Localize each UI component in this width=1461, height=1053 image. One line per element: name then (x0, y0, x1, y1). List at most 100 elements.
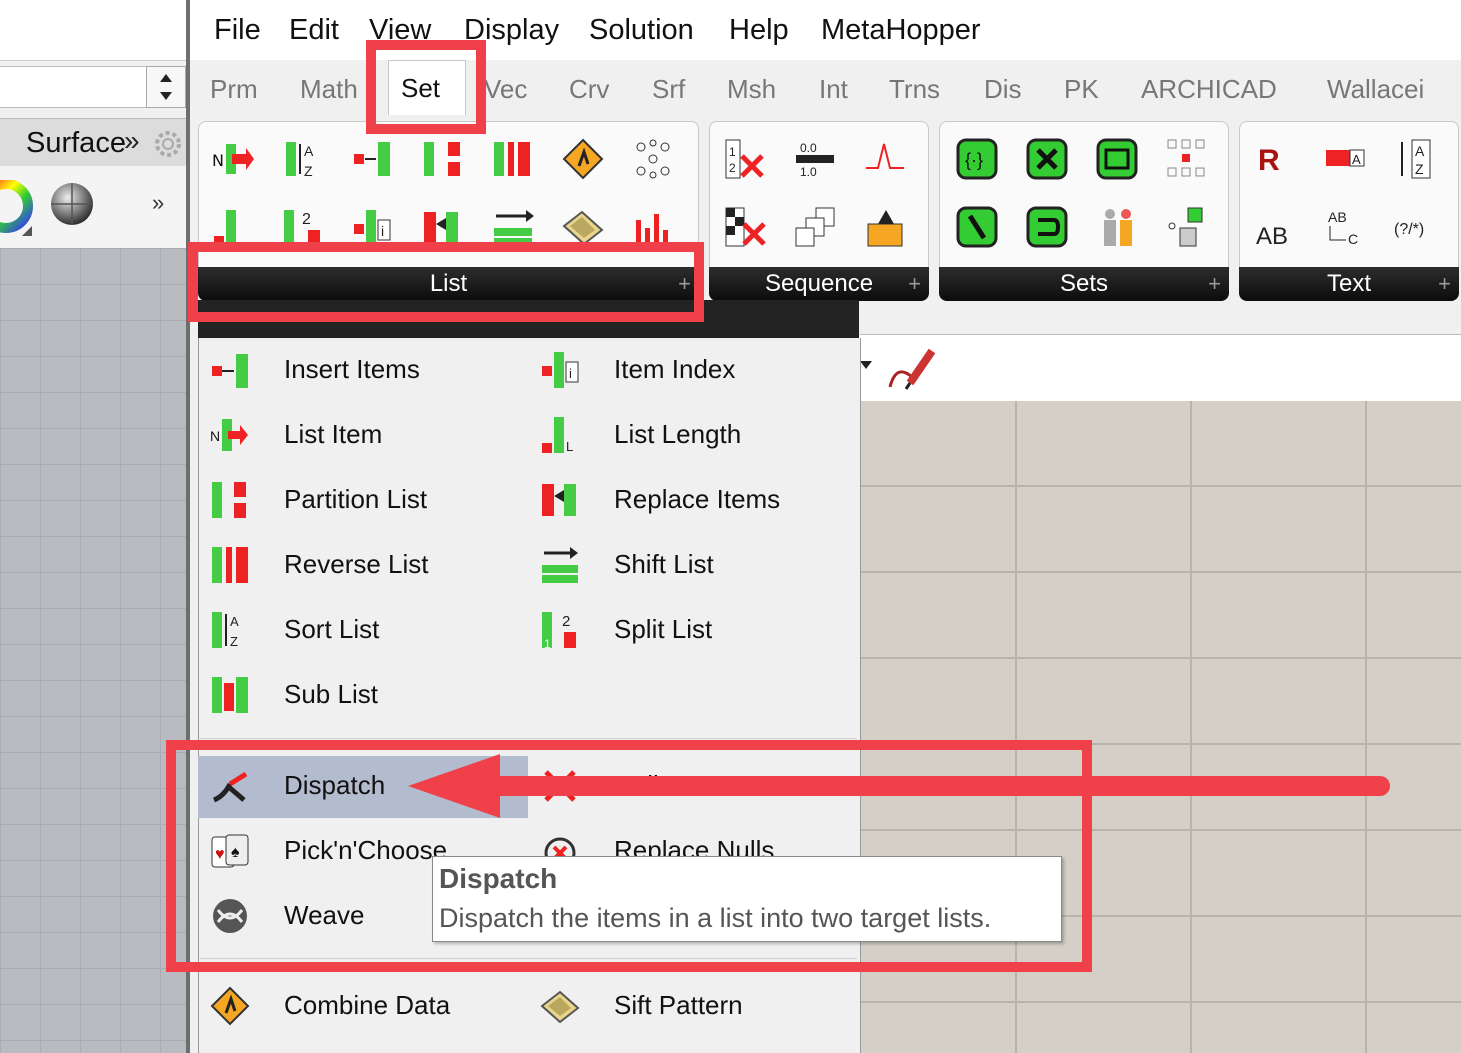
fibonacci-wave-icon[interactable] (864, 138, 906, 180)
layer-value-input[interactable] (0, 66, 147, 108)
gear-icon[interactable] (150, 126, 186, 162)
set-replace-icon[interactable] (1096, 138, 1138, 180)
svg-text:i: i (381, 223, 384, 239)
group-bar-sets[interactable]: Sets + (939, 267, 1229, 301)
replace-items-icon (542, 484, 576, 516)
menu-item-combine-data[interactable]: Combine Data (198, 974, 528, 1038)
list-item-icon[interactable]: N (212, 138, 254, 180)
svg-text:1: 1 (544, 637, 551, 650)
svg-text:L: L (566, 439, 573, 454)
svg-text:A: A (304, 143, 314, 159)
rhino-viewport-grid[interactable] (0, 248, 188, 1053)
text-case-icon[interactable]: AB (1254, 206, 1296, 248)
group-bar-text[interactable]: Text + (1239, 267, 1459, 301)
duplicate-data-icon[interactable] (794, 206, 836, 248)
spin-down-icon[interactable] (160, 92, 172, 100)
svg-text:A: A (1415, 143, 1425, 159)
svg-text:Z: Z (304, 163, 313, 179)
tab-dis[interactable]: Dis (984, 74, 1022, 105)
spin-up-icon[interactable] (160, 74, 172, 82)
tab-pk[interactable]: PK (1064, 74, 1099, 105)
menu-file[interactable]: File (214, 14, 261, 47)
tab-math[interactable]: Math (300, 74, 358, 105)
sift-pattern-icon (540, 990, 580, 1024)
split-list-icon: 21 (542, 612, 576, 650)
menu-solution[interactable]: Solution (589, 14, 694, 47)
menu-item-replace-items[interactable]: Replace Items (528, 468, 858, 532)
svg-text:A: A (1352, 152, 1361, 167)
text-join-icon[interactable]: ABC (1324, 206, 1366, 248)
tab-vec[interactable]: Vec (484, 74, 527, 105)
svg-text:Z: Z (230, 634, 238, 649)
sub-list-icon (212, 677, 248, 713)
set-majority-icon[interactable] (956, 206, 998, 248)
toolbar-dropdown-icon[interactable] (860, 361, 872, 369)
svg-text:2: 2 (562, 613, 570, 630)
tab-int[interactable]: Int (819, 74, 848, 105)
svg-text:A: A (230, 614, 239, 629)
menu-item-list-length[interactable]: L List Length (528, 403, 858, 467)
tab-overflow-icon[interactable]: » (124, 125, 140, 157)
menu-edit[interactable]: Edit (289, 14, 339, 47)
svg-text:2: 2 (729, 161, 736, 175)
group-bar-sequence[interactable]: Sequence + (709, 267, 929, 301)
member-index-icon[interactable] (1096, 206, 1138, 248)
svg-text:{·}: {·} (965, 150, 983, 170)
partition-list-icon[interactable] (422, 138, 464, 180)
svg-text:Z: Z (1415, 161, 1424, 177)
text-length-icon[interactable]: A (1324, 138, 1366, 180)
tab-crv[interactable]: Crv (569, 74, 609, 105)
set-intersection-icon[interactable] (1026, 206, 1068, 248)
rhino-panel-tabbar: Surface » (0, 118, 188, 168)
menu-help[interactable]: Help (729, 14, 789, 47)
jitter-icon[interactable] (864, 206, 906, 248)
svg-text:N: N (210, 428, 220, 444)
menu-item-sub-list[interactable]: Sub List (198, 663, 528, 727)
menu-item-item-index[interactable]: i Item Index (528, 338, 858, 402)
svg-text:i: i (569, 366, 572, 381)
text-fragments-icon[interactable]: R (1254, 138, 1296, 180)
svg-text:C: C (1348, 231, 1358, 247)
reverse-list-icon[interactable] (492, 138, 534, 180)
sort-list-icon: AZ (212, 612, 239, 649)
menu-item-partition-list[interactable]: Partition List (198, 468, 528, 532)
set-difference-icon[interactable] (1026, 138, 1068, 180)
toolbar-overflow-icon[interactable]: » (152, 190, 164, 216)
series-icon[interactable]: 12 (724, 138, 766, 180)
tab-msh[interactable]: Msh (727, 74, 776, 105)
menu-item-split-list[interactable]: 21 Split List (528, 598, 858, 662)
color-wheel-icon[interactable] (0, 180, 36, 236)
permutations-icon[interactable] (1166, 138, 1208, 180)
text-match-icon[interactable]: (?/*) (1394, 206, 1436, 248)
rhino-panel-toolbar: » (0, 166, 188, 248)
menu-item-insert-items[interactable]: Insert Items (198, 338, 528, 402)
combine-data-icon[interactable] (562, 138, 604, 180)
menu-item-sort-list[interactable]: AZ Sort List (198, 598, 528, 662)
value-spinner[interactable] (146, 66, 186, 108)
menu-item-shift-list[interactable]: Shift List (528, 533, 858, 597)
delete-consecutive-icon[interactable] (1166, 206, 1208, 248)
annotation-arrow-icon (408, 754, 1390, 818)
tab-prm[interactable]: Prm (210, 74, 258, 105)
sketch-pen-icon[interactable] (882, 343, 938, 393)
tab-archicad[interactable]: ARCHICAD (1141, 74, 1277, 105)
range-icon[interactable]: 0.0 1.0 (794, 138, 836, 180)
menu-item-list-item[interactable]: N List Item (198, 403, 528, 467)
shift-list-icon (542, 547, 578, 583)
partition-list-icon (212, 482, 246, 518)
tab-trns[interactable]: Trns (889, 74, 940, 105)
insert-items-icon (212, 354, 248, 388)
tab-surface[interactable]: Surface (26, 127, 126, 160)
tab-srf[interactable]: Srf (652, 74, 685, 105)
sort-text-icon[interactable]: AZ (1394, 138, 1436, 180)
tree-pattern-icon[interactable] (632, 138, 674, 180)
tab-wallacei[interactable]: Wallacei (1327, 74, 1424, 105)
cull-pattern-icon[interactable] (724, 206, 766, 248)
menu-metahopper[interactable]: MetaHopper (821, 14, 981, 47)
menu-item-reverse-list[interactable]: Reverse List (198, 533, 528, 597)
sort-list-icon[interactable]: AZ (282, 138, 324, 180)
insert-items-icon[interactable] (352, 138, 394, 180)
menu-item-sift-pattern[interactable]: Sift Pattern (528, 974, 858, 1038)
sphere-render-icon[interactable] (48, 180, 96, 228)
set-union-icon[interactable]: {·} (956, 138, 998, 180)
